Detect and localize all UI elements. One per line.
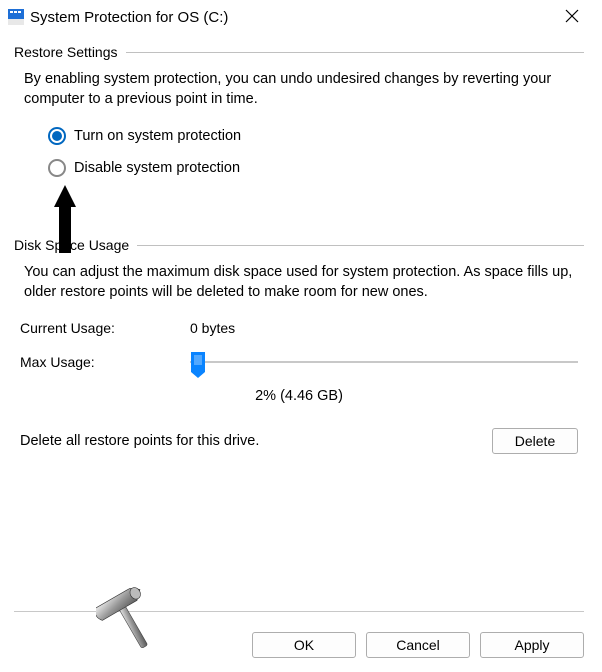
restore-section-header: Restore Settings (14, 44, 584, 60)
restore-section-label: Restore Settings (14, 44, 118, 60)
radio-icon (48, 127, 66, 145)
max-usage-readout: 2% (4.46 GB) (14, 388, 584, 404)
restore-radio-group: Turn on system protection Disable system… (48, 127, 584, 177)
slider-track (190, 361, 578, 363)
slider-thumb[interactable] (191, 352, 205, 372)
disk-description: You can adjust the maximum disk space us… (24, 263, 580, 302)
restore-description: By enabling system protection, you can u… (24, 70, 580, 109)
radio-disable-label: Disable system protection (74, 160, 240, 176)
ok-button[interactable]: OK (252, 632, 356, 658)
max-usage-label: Max Usage: (20, 354, 150, 370)
delete-description: Delete all restore points for this drive… (20, 433, 492, 449)
delete-button[interactable]: Delete (492, 428, 578, 454)
current-usage-label: Current Usage: (20, 320, 150, 336)
window-title: System Protection for OS (C:) (30, 9, 552, 26)
dialog-content: Restore Settings By enabling system prot… (0, 32, 602, 454)
max-usage-row: Max Usage: (20, 352, 578, 372)
system-protection-icon (8, 9, 24, 25)
apply-button[interactable]: Apply (480, 632, 584, 658)
radio-turn-on[interactable]: Turn on system protection (48, 127, 584, 145)
current-usage-value: 0 bytes (190, 320, 235, 336)
delete-row: Delete all restore points for this drive… (20, 428, 578, 454)
radio-icon (48, 159, 66, 177)
radio-disable[interactable]: Disable system protection (48, 159, 584, 177)
divider (137, 245, 584, 246)
dialog-buttons: OK Cancel Apply (252, 632, 584, 658)
radio-turn-on-label: Turn on system protection (74, 128, 241, 144)
arrow-overlay-icon (54, 185, 76, 253)
footer-divider (14, 611, 584, 612)
divider (126, 52, 585, 53)
disk-section-header: Disk Space Usage (14, 237, 584, 253)
close-button[interactable] (552, 7, 592, 28)
max-usage-slider[interactable] (190, 352, 578, 372)
cancel-button[interactable]: Cancel (366, 632, 470, 658)
hammer-cursor-icon (96, 580, 166, 660)
current-usage-row: Current Usage: 0 bytes (20, 320, 578, 336)
titlebar: System Protection for OS (C:) (0, 0, 602, 32)
